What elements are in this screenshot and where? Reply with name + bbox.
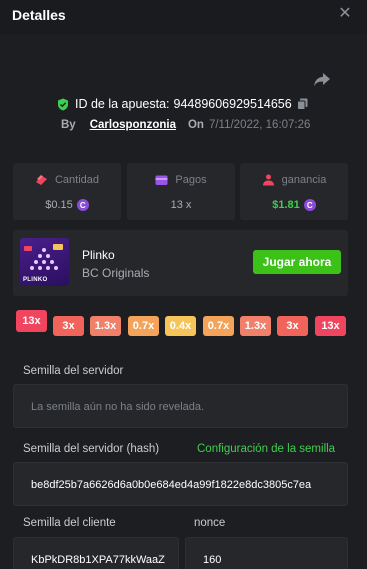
client-seed-value: KbPkDR8b1XPA77kkWaaZ [31, 554, 165, 566]
multiplier-chip: 0.7x [128, 316, 159, 336]
multiplier-chip: 1.3x [240, 316, 271, 336]
game-provider: BC Originals [82, 266, 150, 280]
bettor-row: By Carlosponzonia On 7/11/2022, 16:07:26 [61, 118, 310, 132]
stat-amount-value: $0.15 [45, 199, 73, 211]
stat-payout: Pagos 13 x [127, 163, 235, 220]
modal-title: Detalles [12, 7, 66, 23]
multiplier-chip: 1.3x [90, 316, 121, 336]
bet-id-row: ID de la apuesta: 94489606929514656 [57, 96, 308, 112]
play-now-button[interactable]: Jugar ahora [253, 250, 341, 274]
bet-date: 7/11/2022, 16:07:26 [208, 119, 311, 131]
client-seed-label: Semilla del cliente [23, 517, 116, 529]
game-thumbnail[interactable]: PLINKO [20, 238, 69, 286]
on-label: On [187, 119, 204, 131]
bet-id-value: 94489606929514656 [173, 97, 292, 111]
stat-profit-value: $1.81 [272, 199, 300, 211]
stat-profit: ganancia $1.81 C [240, 163, 348, 220]
share-icon[interactable] [313, 72, 331, 88]
stat-amount: Cantidad $0.15 C [13, 163, 121, 220]
profit-icon [262, 174, 274, 186]
multiplier-chip: 3x [277, 316, 308, 336]
stat-payout-label: Pagos [175, 174, 207, 186]
seed-config-link[interactable]: Configuración de la semilla [197, 443, 335, 455]
multiplier-chip: 0.7x [203, 316, 234, 336]
coin-icon: C [303, 199, 316, 211]
username-link[interactable]: Carlosponzonia [90, 119, 176, 131]
client-seed-field[interactable]: KbPkDR8b1XPA77kkWaaZ [13, 537, 179, 569]
coins-icon [35, 175, 47, 185]
nonce-value: 160 [203, 554, 222, 566]
game-card: PLINKO Plinko BC Originals Jugar ahora [13, 230, 348, 296]
server-hash-label: Semilla del servidor (hash) [23, 443, 160, 455]
close-icon[interactable]: ✕ [338, 6, 352, 22]
stat-amount-label: Cantidad [54, 174, 100, 186]
bet-id-label: ID de la apuesta: [75, 97, 170, 111]
stat-payout-value: 13 x [170, 199, 192, 211]
server-seed-field: La semilla aún no ha sido revelada. [13, 384, 348, 428]
nonce-label: nonce [194, 517, 226, 529]
modal-header: Detalles ✕ [0, 0, 367, 34]
server-hash-field[interactable]: be8df25b7a6626d6a0b0e684ed4a99f1822e8dc3… [13, 462, 348, 506]
server-hash-value: be8df25b7a6626d6a0b0e684ed4a99f1822e8dc3… [31, 479, 312, 491]
copy-icon[interactable] [296, 98, 308, 110]
stat-profit-label: ganancia [281, 174, 327, 186]
by-label: By [61, 119, 76, 131]
multiplier-chip: 13x [315, 316, 346, 336]
game-name: Plinko [82, 248, 115, 262]
nonce-field[interactable]: 160 [185, 537, 348, 569]
multiplier-chip: 3x [53, 316, 84, 336]
server-seed-label: Semilla del servidor [23, 365, 124, 377]
wallet-icon [155, 175, 168, 185]
shield-check-icon [58, 98, 68, 110]
multiplier-chip: 0.4x [165, 316, 196, 336]
server-seed-value: La semilla aún no ha sido revelada. [31, 401, 205, 413]
multiplier-chip-selected: 13x [16, 310, 47, 332]
thumbnail-label: PLINKO [23, 277, 48, 283]
coin-icon: C [76, 199, 89, 211]
